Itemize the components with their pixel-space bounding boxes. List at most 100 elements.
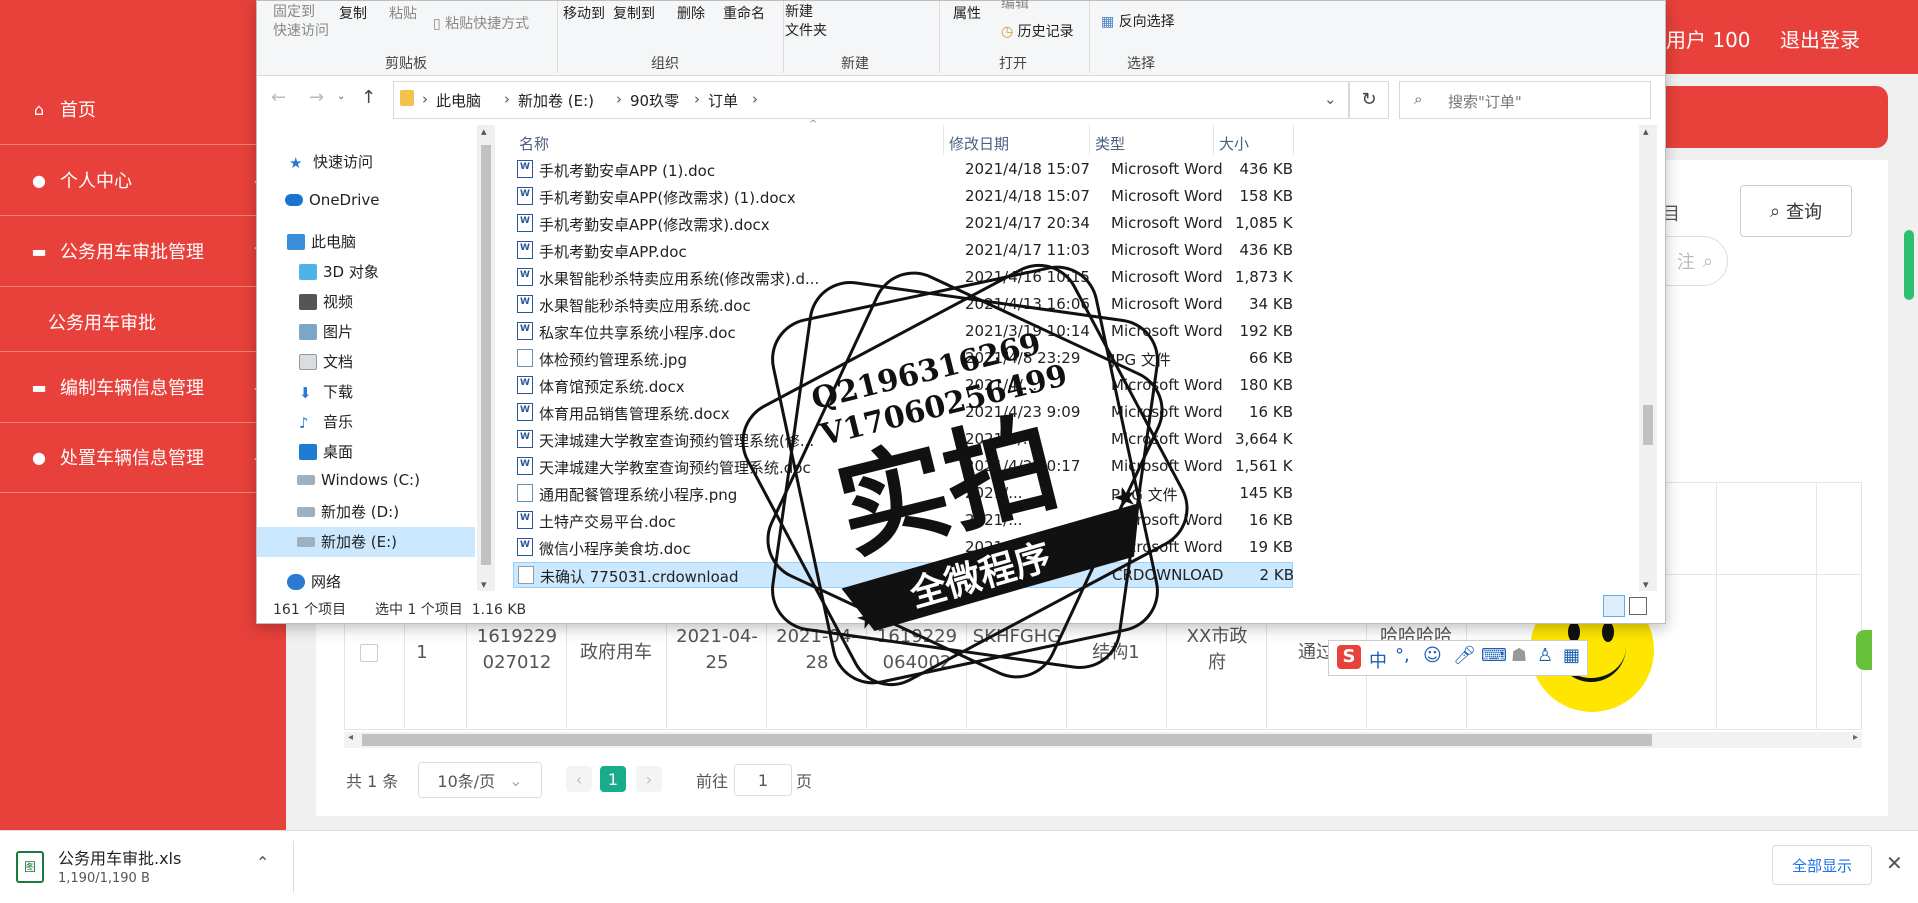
file-row[interactable]: 手机考勤安卓APP(修改需求) (1).docx 2021/4/18 15:07 M…: [513, 184, 1293, 210]
recent-chevron-icon[interactable]: ⌄: [337, 91, 345, 102]
sidebar-item-profile[interactable]: ● 个人中心 ⌄: [0, 145, 286, 216]
rename-button[interactable]: 重命名: [723, 3, 765, 23]
skin-icon[interactable]: ♙: [1537, 645, 1553, 666]
scroll-down-icon[interactable]: ▾: [481, 578, 487, 591]
history-button[interactable]: ◷ 历史记录: [1001, 21, 1074, 41]
paste-button[interactable]: 粘贴: [389, 3, 417, 23]
column-header-type[interactable]: 类型: [1095, 133, 1125, 154]
sidebar-item-approval-mgmt[interactable]: ▬ 公务用车审批管理 ⌃: [0, 216, 286, 287]
nav-item-drive-c[interactable]: Windows (C:): [297, 471, 420, 489]
sidebar-item-vehicle-info[interactable]: ▬ 编制车辆信息管理 ⌄: [0, 351, 286, 423]
toolbox-icon[interactable]: ▦: [1563, 645, 1580, 666]
page-1-button[interactable]: 1: [600, 766, 626, 792]
paste-shortcut-button[interactable]: ▯ 粘贴快捷方式: [433, 13, 529, 33]
sidebar-item-home[interactable]: ⌂ 首页: [0, 74, 286, 145]
breadcrumb-item[interactable]: 此电脑: [436, 90, 481, 111]
emoji-icon[interactable]: ☺: [1423, 645, 1442, 666]
file-size: 1,085 KB: [1235, 214, 1293, 232]
nav-item-music[interactable]: ♪ 音乐: [299, 411, 353, 432]
scrollbar-thumb[interactable]: [362, 734, 1652, 746]
scrollbar-thumb[interactable]: [1643, 405, 1653, 445]
word-doc-icon: [517, 403, 533, 421]
chevron-down-icon[interactable]: ⌄: [1324, 90, 1337, 108]
selection-info: 选中 1 个项目 1.16 KB: [375, 602, 527, 618]
nav-item-this-pc[interactable]: 此电脑: [287, 231, 356, 252]
breadcrumb-item[interactable]: 订单: [708, 90, 738, 111]
file-row[interactable]: 手机考勤安卓APP (1).doc 2021/4/18 15:07 Microsof…: [513, 157, 1293, 183]
copy-to-button[interactable]: 复制到: [613, 3, 655, 23]
nav-item-downloads[interactable]: ⬇ 下载: [299, 381, 353, 402]
nav-item-quick-access[interactable]: ★ 快速访问: [289, 151, 373, 172]
search-icon: ⌕: [1414, 90, 1423, 108]
refresh-icon[interactable]: ↻: [1349, 81, 1389, 119]
pin-quick-access-button[interactable]: 固定到 快速访问: [273, 3, 329, 41]
nav-item-drive-d[interactable]: 新加卷 (D:): [297, 501, 399, 522]
file-row[interactable]: 手机考勤安卓APP(修改需求).docx 2021/4/17 20:34 Micro…: [513, 211, 1293, 237]
column-header-date[interactable]: 修改日期: [949, 133, 1009, 154]
up-arrow-icon[interactable]: ↑: [361, 87, 376, 108]
breadcrumb-item[interactable]: 90玖零: [630, 90, 679, 111]
nav-item-drive-e[interactable]: 新加卷 (E:): [297, 531, 397, 552]
user-icon[interactable]: ☗: [1511, 645, 1527, 666]
chevron-up-icon[interactable]: ⌃: [256, 853, 269, 872]
column-header-name[interactable]: 名称: [519, 133, 549, 154]
back-arrow-icon[interactable]: ←: [271, 87, 286, 108]
table-scrollbar[interactable]: ◂ ▸: [344, 732, 1862, 748]
invert-selection-button[interactable]: ▦ 反向选择: [1101, 11, 1175, 31]
goto-page-input[interactable]: 1: [734, 764, 792, 796]
scrollbar-thumb[interactable]: [481, 145, 491, 565]
nav-item-network[interactable]: 网络: [287, 571, 341, 592]
address-bar[interactable]: › 此电脑 › 新加卷 (E:) › 90玖零 › 订单 › ⌄: [393, 81, 1349, 119]
sidebar-item-disposal[interactable]: ● 处置车辆信息管理 ⌄: [0, 422, 286, 493]
new-folder-button[interactable]: 新建 文件夹: [785, 3, 827, 41]
file-list-scrollbar[interactable]: ▴ ▾: [1639, 125, 1657, 591]
prev-page-button[interactable]: ‹: [566, 766, 592, 792]
nav-item-documents[interactable]: 文档: [299, 351, 353, 372]
close-icon[interactable]: ✕: [1886, 851, 1903, 875]
file-size: 180 KB: [1239, 376, 1293, 394]
punctuation-icon[interactable]: °,: [1395, 645, 1410, 666]
file-size: 436 KB: [1239, 241, 1293, 259]
page-size-select[interactable]: 10条/页 ⌄: [418, 762, 542, 798]
page-scrollbar[interactable]: [1904, 230, 1914, 300]
sogou-logo-icon[interactable]: S: [1337, 645, 1361, 669]
show-all-label: 全部显示: [1791, 856, 1852, 875]
nav-scrollbar[interactable]: ▴ ▾: [477, 125, 495, 591]
next-page-button[interactable]: ›: [636, 766, 662, 792]
nav-item-desktop[interactable]: 桌面: [299, 441, 353, 462]
logout-link[interactable]: 退出登录: [1780, 24, 1860, 53]
scroll-down-icon[interactable]: ▾: [1643, 578, 1649, 591]
delete-button[interactable]: 删除: [677, 3, 705, 23]
scroll-left-icon[interactable]: ◂: [348, 732, 353, 743]
show-all-button[interactable]: 全部显示: [1772, 845, 1872, 885]
history-icon: ◷: [1001, 24, 1018, 40]
copy-button[interactable]: 复制: [339, 3, 367, 23]
column-header-size[interactable]: 大小: [1219, 133, 1249, 154]
nav-item-3d[interactable]: 3D 对象: [299, 261, 379, 282]
nav-item-pictures[interactable]: 图片: [299, 321, 353, 342]
breadcrumb-item[interactable]: 新加卷 (E:): [518, 90, 594, 111]
scroll-up-icon[interactable]: ▴: [481, 125, 487, 138]
ime-toolbar: S 中 °, ☺ 🎤︎ ⌨ ☗ ♙ ▦: [1328, 640, 1588, 676]
search-input[interactable]: ⌕ 搜索"订单": [1399, 81, 1651, 119]
star-icon: ★: [289, 153, 303, 172]
properties-button[interactable]: 属性: [953, 3, 981, 23]
large-icons-view-icon[interactable]: [1629, 597, 1647, 615]
nav-item-onedrive[interactable]: OneDrive: [285, 191, 380, 209]
sidebar-item-approval[interactable]: 公务用车审批: [0, 287, 286, 357]
row-checkbox[interactable]: [360, 644, 378, 662]
ime-language-toggle[interactable]: 中: [1369, 647, 1387, 673]
download-filename[interactable]: 公务用车审批.xls: [58, 845, 181, 869]
nav-item-videos[interactable]: 视频: [299, 291, 353, 312]
edit-button[interactable]: 编辑: [1001, 0, 1029, 13]
query-button[interactable]: ⌕ 查询: [1740, 185, 1852, 237]
breadcrumb-separator-icon: ›: [616, 90, 622, 108]
scroll-right-icon[interactable]: ▸: [1853, 732, 1858, 743]
scroll-up-icon[interactable]: ▴: [1643, 125, 1649, 138]
action-button[interactable]: [1856, 630, 1872, 670]
keyboard-icon[interactable]: ⌨: [1481, 645, 1507, 666]
details-view-icon[interactable]: [1603, 595, 1625, 617]
microphone-icon[interactable]: 🎤︎: [1453, 645, 1476, 666]
move-to-button[interactable]: 移动到: [563, 3, 605, 23]
forward-arrow-icon[interactable]: →: [309, 87, 324, 108]
